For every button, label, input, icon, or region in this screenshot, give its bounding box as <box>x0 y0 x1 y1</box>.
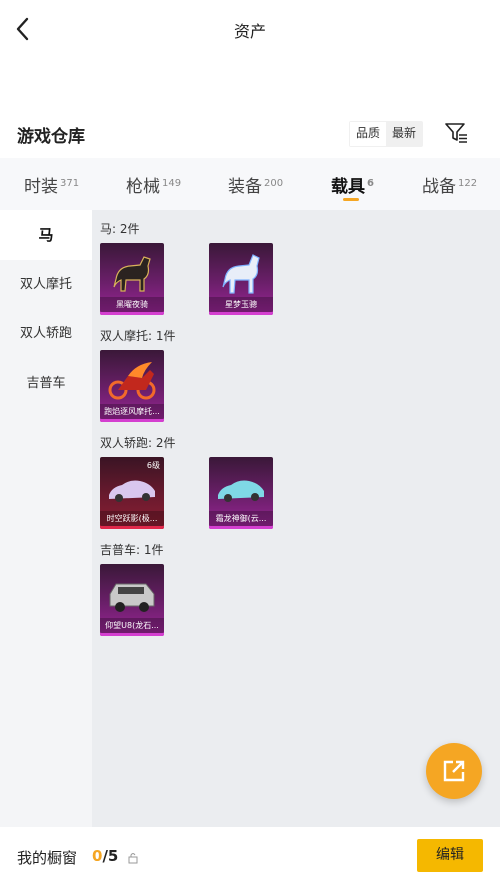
tab-label: 战备 <box>422 177 456 197</box>
section-label-double-motorcycle: 双人摩托: 1件 <box>100 329 176 343</box>
tab-weapons[interactable]: 枪械 149 <box>126 172 181 197</box>
sidebar-item-double-coupe[interactable]: 双人轿跑 <box>0 309 92 359</box>
showcase-footer: 我的橱窗 0/5 编辑 <box>0 827 500 885</box>
item-card[interactable]: 6级 时空跃影(极... <box>100 457 164 529</box>
showcase-count-total: /5 <box>102 847 119 865</box>
motorcycle-icon <box>108 362 156 400</box>
share-external-icon <box>443 760 465 782</box>
item-name: 霜龙神御(云... <box>209 511 273 526</box>
category-tabs: 时装 371 枪械 149 装备 200 载具 6 战备 122 <box>0 158 500 210</box>
tab-supplies[interactable]: 战备 122 <box>422 172 477 197</box>
tab-label: 时装 <box>24 177 58 197</box>
tab-count: 149 <box>162 178 182 189</box>
lock-icon <box>128 849 138 864</box>
tab-label: 装备 <box>228 177 262 197</box>
tab-count: 6 <box>367 178 374 189</box>
item-card[interactable]: 仰望U8(龙石... <box>100 564 164 636</box>
warehouse-title: 游戏仓库 <box>17 127 85 147</box>
item-card[interactable]: 霜龙神御(云... <box>209 457 273 529</box>
filter-icon[interactable] <box>444 121 470 145</box>
sidebar-item-horse[interactable]: 马 <box>0 210 92 260</box>
item-level-badge: 6级 <box>146 461 160 470</box>
tab-vehicles[interactable]: 载具 6 <box>331 172 374 201</box>
item-name: 星梦玉骢 <box>209 297 273 312</box>
horse-icon <box>113 256 151 292</box>
tab-count: 371 <box>60 178 80 189</box>
tab-label: 载具 <box>331 177 365 197</box>
section-label-horse: 马: 2件 <box>100 222 140 236</box>
showcase-count-current: 0 <box>92 847 103 865</box>
sidebar-item-double-motorcycle[interactable]: 双人摩托 <box>0 260 92 310</box>
item-name: 仰望U8(龙石... <box>100 618 164 633</box>
section-label-jeep: 吉普车: 1件 <box>100 543 164 557</box>
tab-count: 122 <box>458 178 478 189</box>
suv-icon <box>109 583 155 612</box>
top-bar: 资产 <box>0 0 500 58</box>
item-card[interactable]: 跑焰逐风摩托... <box>100 350 164 422</box>
item-name: 黑曜夜骑 <box>100 297 164 312</box>
tab-fashion[interactable]: 时装 371 <box>24 172 79 197</box>
section-label-double-coupe: 双人轿跑: 2件 <box>100 436 176 450</box>
sort-toggle: 品质 最新 <box>349 121 424 147</box>
subcategory-sidebar: 马 双人摩托 双人轿跑 吉普车 <box>0 210 92 827</box>
showcase-count: 0/5 <box>92 847 118 865</box>
car-icon <box>218 480 264 502</box>
item-name: 时空跃影(极... <box>100 511 164 526</box>
showcase-label: 我的橱窗 <box>17 849 78 867</box>
item-card[interactable]: 黑曜夜骑 <box>100 243 164 315</box>
tab-count: 200 <box>264 178 284 189</box>
page-title: 资产 <box>233 22 266 41</box>
share-button[interactable] <box>426 743 482 799</box>
item-card[interactable]: 星梦玉骢 <box>209 243 273 315</box>
sort-latest-option[interactable]: 最新 <box>386 122 422 146</box>
edit-button[interactable]: 编辑 <box>417 839 483 872</box>
sort-quality-option[interactable]: 品质 <box>350 122 387 146</box>
active-tab-indicator <box>343 198 359 201</box>
sidebar-item-jeep[interactable]: 吉普车 <box>0 359 92 409</box>
tab-label: 枪械 <box>126 177 160 197</box>
item-list: 马: 2件 黑曜夜骑 星梦玉骢 双人摩托: 1件 跑焰逐风摩托... 双人轿跑:… <box>92 210 500 827</box>
horse-icon <box>222 254 260 294</box>
item-name: 跑焰逐风摩托... <box>100 404 164 419</box>
tab-equipment[interactable]: 装备 200 <box>228 172 283 197</box>
